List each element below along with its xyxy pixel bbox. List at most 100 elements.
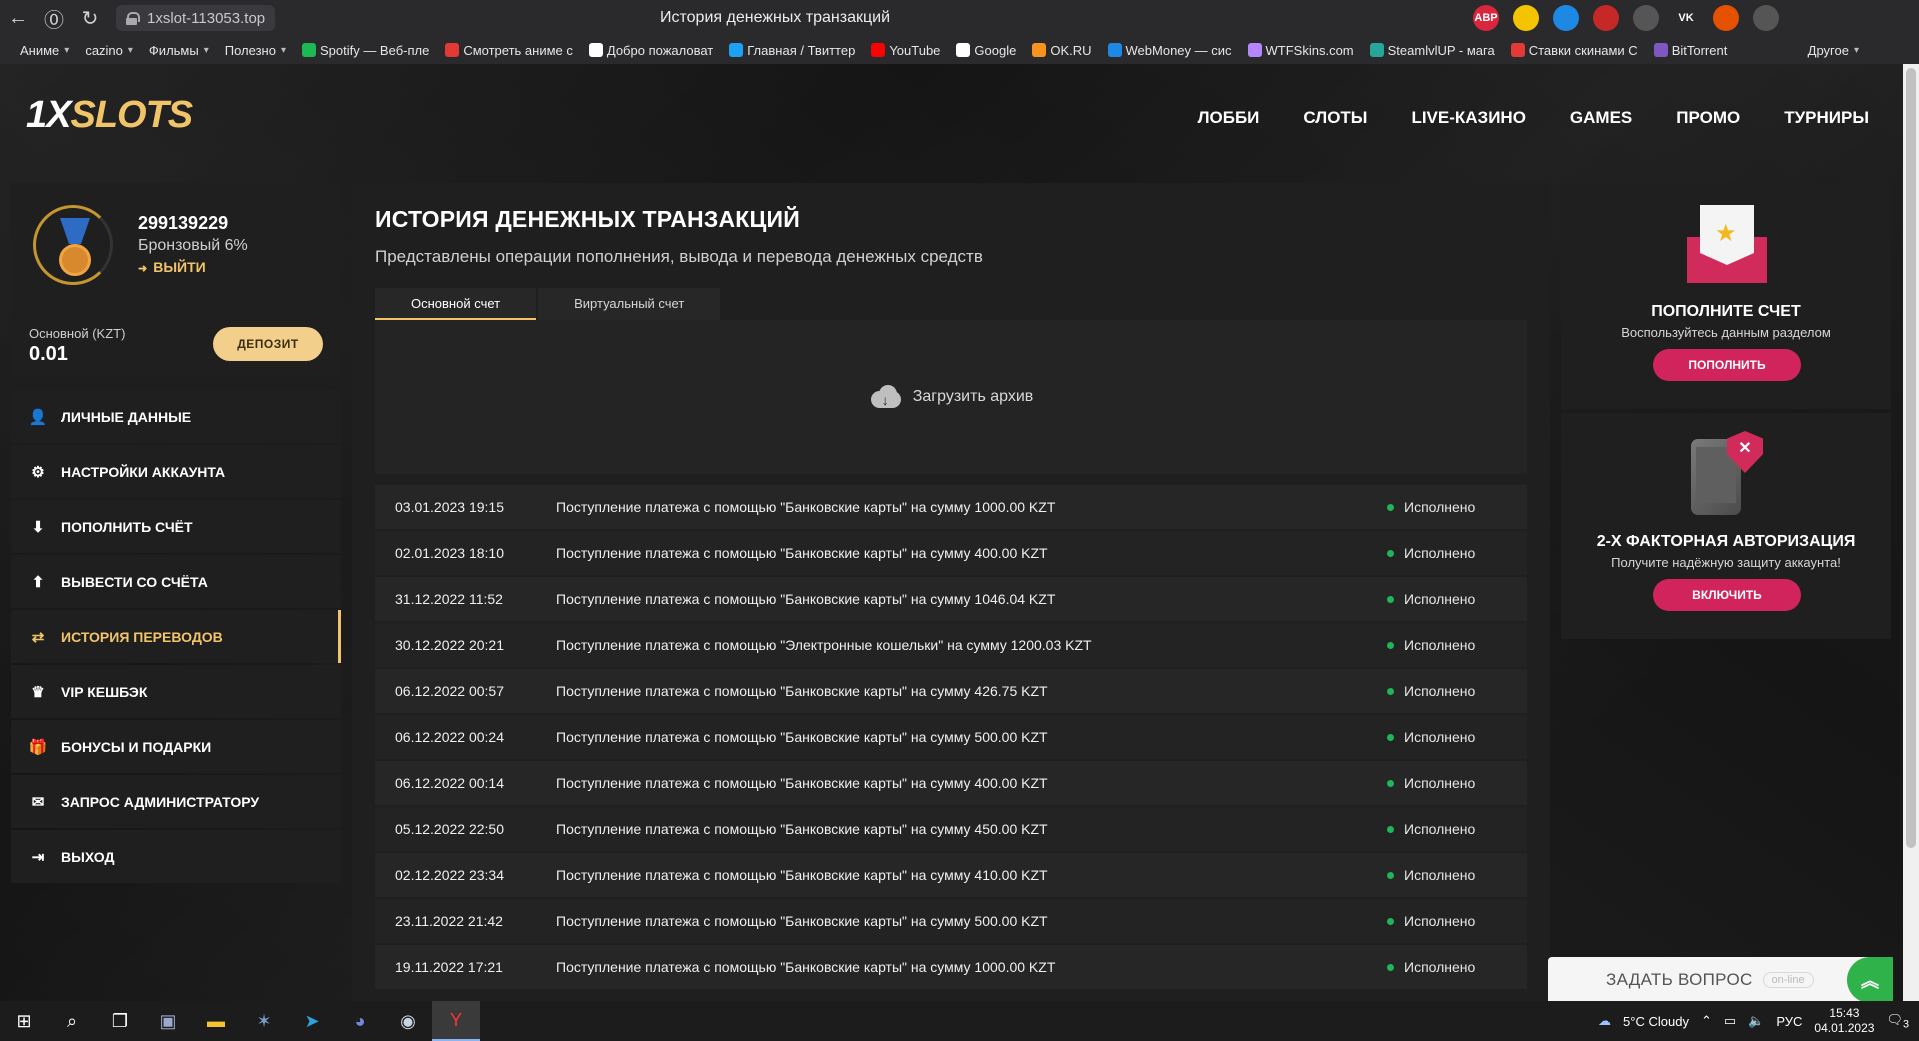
tray-expand-icon[interactable]: ⌃ — [1701, 1013, 1712, 1029]
reload-icon[interactable]: ↻ — [72, 0, 108, 36]
nav-item[interactable]: СЛОТЫ — [1303, 108, 1367, 128]
bookmark-item[interactable]: Spotify — Веб-пле — [301, 43, 429, 58]
file-explorer-icon[interactable]: ▬ — [192, 1001, 240, 1041]
telegram-icon[interactable]: ➤ — [288, 1001, 336, 1041]
chevron-up-icon[interactable]: ︽ — [1847, 957, 1893, 1003]
promo-2fa: ✕ 2-Х ФАКТОРНАЯ АВТОРИЗАЦИЯ Получите над… — [1561, 413, 1891, 639]
bookmark-item[interactable]: BitTorrent — [1653, 43, 1727, 58]
yandex-protect-icon[interactable]: ⓪ — [36, 0, 72, 36]
nav-item[interactable]: ТУРНИРЫ — [1784, 108, 1869, 128]
coin-icon[interactable] — [1513, 5, 1539, 31]
sidebar-item-label: НАСТРОЙКИ АККАУНТА — [61, 463, 226, 480]
windows-taskbar: ⊞ ⌕ ❐ ▣ ▬ ✶ ➤ ◕ ◉ Y ☁ 5°C Cloudy ⌃ ▭ 🔈 Р… — [0, 1001, 1919, 1041]
promo-2fa-text: Получите надёжную защиту аккаунта! — [1611, 555, 1841, 570]
status-dot-icon — [1387, 825, 1394, 833]
nav-item[interactable]: GAMES — [1570, 108, 1632, 128]
upload-icon: ⬆ — [31, 573, 45, 591]
search-icon[interactable]: ⌕ — [48, 1001, 96, 1041]
notifications-icon[interactable]: 🗨3 — [1886, 1012, 1909, 1031]
bookmark-folder[interactable]: Полезно ▾ — [225, 43, 286, 58]
sidebar-item[interactable]: ♛ VIP КЕШБЭК — [11, 665, 341, 718]
sidebar-item[interactable]: ⬇ ПОПОЛНИТЬ СЧЁТ — [11, 500, 341, 553]
favicon-icon — [1032, 43, 1047, 57]
profile-card: 299139229 Бронзовый 6% ➜ ВЫЙТИ Основной (… — [11, 183, 341, 377]
promo-deposit-text: Воспользуйтесь данным разделом — [1621, 325, 1831, 340]
ask-question-widget[interactable]: ЗАДАТЬ ВОПРОС on-line ︽ — [1548, 957, 1893, 1003]
transaction-status: Исполнено — [1387, 591, 1527, 607]
back-icon[interactable]: ← — [0, 0, 36, 36]
download-icon[interactable] — [1873, 5, 1899, 31]
bookmark-item[interactable]: Google — [956, 43, 1016, 58]
lock-icon — [126, 11, 140, 25]
promo-2fa-button[interactable]: ВКЛЮЧИТЬ — [1653, 579, 1801, 611]
photos-app-icon[interactable]: ▣ — [144, 1001, 192, 1041]
address-bar[interactable]: 1xslot-113053.top — [116, 5, 276, 31]
bookmark-folder[interactable]: Аниме ▾ — [20, 43, 69, 58]
bookmark-item[interactable]: SteamlvlUP - мага — [1369, 43, 1495, 58]
site-logo[interactable]: 1XSLOTS — [26, 94, 193, 137]
language-indicator[interactable]: РУС — [1776, 1014, 1802, 1029]
sidebar-item[interactable]: ⬆ ВЫВЕСТИ СО СЧЁТА — [11, 555, 341, 608]
yandex-browser-icon[interactable]: Y — [432, 1001, 480, 1041]
volume-icon[interactable]: 🔈 — [1748, 1013, 1764, 1029]
clock[interactable]: 15:43 04.01.2023 — [1814, 1006, 1874, 1036]
bookmark-item[interactable]: Добро пожаловат — [588, 43, 713, 58]
vpn-icon[interactable] — [1633, 5, 1659, 31]
page-scrollbar[interactable] — [1903, 64, 1919, 1001]
gray-ext-icon[interactable] — [1753, 5, 1779, 31]
envelope-icon: ★ — [1687, 205, 1767, 285]
status-dot-icon — [1387, 733, 1394, 741]
download-icon: ⬇ — [31, 518, 45, 536]
promo-deposit-title: ПОПОЛНИТЕ СЧЕТ — [1651, 303, 1801, 320]
nav-item[interactable]: ЛОББИ — [1198, 108, 1260, 128]
bookmark-item[interactable]: Ставки скинами С — [1510, 43, 1638, 58]
account-tab[interactable]: Основной счет — [375, 288, 537, 320]
bookmark-item[interactable]: Смотреть аниме с — [445, 43, 573, 58]
collections-icon[interactable] — [1833, 5, 1859, 31]
account-tab[interactable]: Виртуальный счет — [538, 288, 721, 320]
logout-icon: ➜ — [138, 263, 148, 275]
network-icon[interactable]: ▭ — [1724, 1013, 1736, 1029]
adblock-icon[interactable]: ABP — [1473, 5, 1499, 31]
logout-link[interactable]: ➜ ВЫЙТИ — [138, 259, 206, 275]
windows-start-icon[interactable]: ⊞ — [0, 1001, 48, 1041]
nav-item[interactable]: LIVE-КАЗИНО — [1411, 108, 1525, 128]
nav-item[interactable]: ПРОМО — [1676, 108, 1740, 128]
weather-text[interactable]: 5°C Cloudy — [1623, 1014, 1689, 1029]
task-view-icon[interactable]: ❐ — [96, 1001, 144, 1041]
discord-icon[interactable]: ◕ — [336, 1001, 384, 1041]
promo-deposit-button[interactable]: ПОПОЛНИТЬ — [1653, 349, 1801, 381]
bookmark-folder[interactable]: cazino ▾ — [85, 43, 133, 58]
shield-ext-icon[interactable] — [1593, 5, 1619, 31]
sidebar-item-label: ПОПОЛНИТЬ СЧЁТ — [61, 518, 193, 535]
medal-coin — [59, 244, 91, 276]
bookmark-item[interactable]: WebMoney — сис — [1107, 43, 1232, 58]
scroll-thumb[interactable] — [1906, 68, 1916, 848]
arrow-ext-icon[interactable] — [1713, 5, 1739, 31]
download-archive-button[interactable]: ↓ Загрузить архив — [375, 320, 1527, 474]
sidebar-item[interactable]: ⇄ ИСТОРИЯ ПЕРЕВОДОВ — [11, 610, 341, 663]
bookmark-folder[interactable]: Фильмы ▾ — [149, 43, 209, 58]
app-dark-icon[interactable]: ✶ — [240, 1001, 288, 1041]
transaction-row: 05.12.2022 22:50 Поступление платежа с по… — [375, 807, 1527, 851]
bookmark-item[interactable]: YouTube — [871, 43, 940, 58]
bookmark-item[interactable]: Главная / Твиттер — [729, 43, 855, 58]
bookmark-item[interactable]: OK.RU — [1032, 43, 1092, 58]
bookmark-item[interactable]: WTFSkins.com — [1247, 43, 1354, 58]
status-dot-icon — [1387, 779, 1394, 787]
vk-icon[interactable]: VK — [1673, 5, 1699, 31]
bookmarks-other-folder[interactable]: Другое ▾ — [1808, 43, 1859, 58]
user-icon: 👤 — [28, 408, 48, 426]
sidebar-item[interactable]: ⚙ НАСТРОЙКИ АККАУНТА — [11, 445, 341, 498]
sidebar-item[interactable]: ✉ ЗАПРОС АДМИНИСТРАТОРУ — [11, 775, 341, 828]
steam-icon[interactable]: ◉ — [384, 1001, 432, 1041]
transaction-date: 06.12.2022 00:24 — [395, 729, 504, 745]
sidebar-item[interactable]: 👤 ЛИЧНЫЕ ДАННЫЕ — [11, 390, 341, 443]
sidebar-item[interactable]: ⇥ ВЫХОД — [11, 830, 341, 883]
status-dot-icon — [1387, 871, 1394, 879]
notes-icon[interactable] — [1553, 5, 1579, 31]
sidebar-item[interactable]: 🎁 БОНУСЫ И ПОДАРКИ — [11, 720, 341, 773]
protect-icon[interactable] — [1793, 5, 1819, 31]
deposit-button[interactable]: ДЕПОЗИТ — [213, 327, 323, 361]
promo-deposit: ★ ПОПОЛНИТЕ СЧЕТ Воспользуйтесь данным р… — [1561, 183, 1891, 409]
